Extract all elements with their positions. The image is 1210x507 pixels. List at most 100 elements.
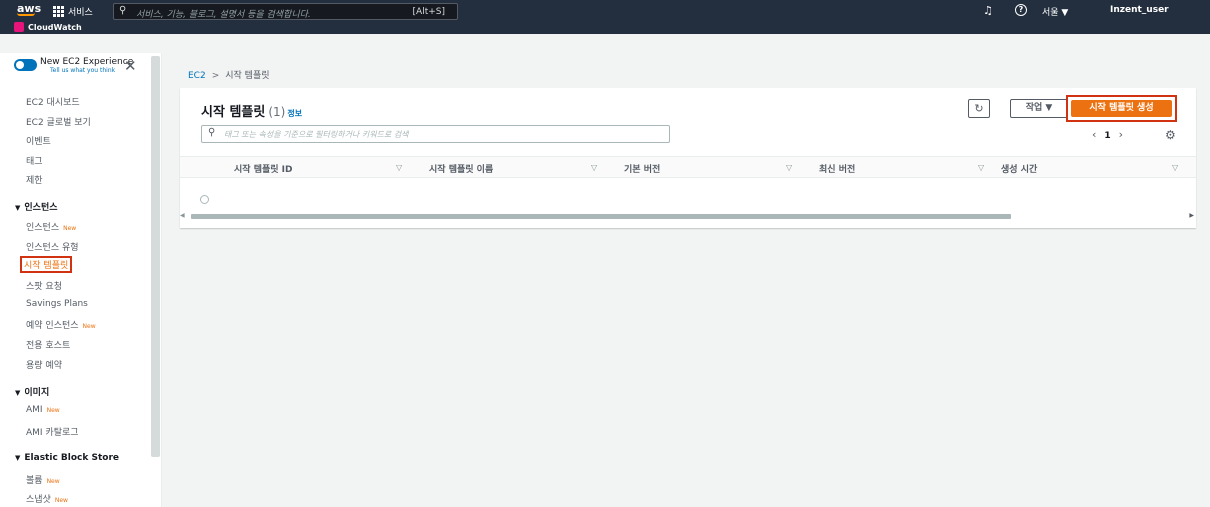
sidebar-item-ami[interactable]: AMI New — [26, 405, 60, 415]
sidebar-section-ebs[interactable]: ▼ Elastic Block Store — [15, 453, 119, 463]
sidebar-item-dedicated-hosts[interactable]: 전용 호스트 — [26, 338, 70, 351]
new-badge: New — [54, 497, 68, 504]
sidebar: New EC2 Experience Tell us what you thin… — [0, 53, 162, 507]
caret-down-icon: ▼ — [15, 389, 21, 397]
create-launch-template-button[interactable]: 시작 템플릿 생성 — [1071, 100, 1172, 117]
sort-icon[interactable]: ▽ — [591, 163, 597, 172]
top-navigation-bar: aws 서비스 ⚲ 서비스, 기능, 블로그, 설명서 등을 검색합니다. [A… — [0, 0, 1210, 34]
sort-icon[interactable]: ▽ — [1172, 163, 1178, 172]
info-link[interactable]: 정보 — [287, 109, 302, 118]
aws-logo[interactable]: aws — [17, 3, 41, 16]
new-badge: New — [46, 478, 60, 485]
scroll-left-icon[interactable]: ◀ — [180, 212, 185, 219]
item-label: 볼륨 — [26, 476, 43, 486]
refresh-icon: ↻ — [974, 102, 984, 115]
horizontal-scrollbar[interactable]: ◀ ▶ — [180, 212, 1196, 221]
page-title: 시작 템플릿 (1) 정보 — [201, 101, 302, 120]
sidebar-item-volumes[interactable]: 볼륨 New — [26, 473, 60, 486]
section-label: 인스턴스 — [24, 203, 58, 213]
sidebar-item-capacity-reservations[interactable]: 용량 예약 — [26, 358, 62, 371]
item-label: 인스턴스 유형 — [26, 243, 79, 253]
column-header-default-version[interactable]: 기본 버전 — [624, 162, 660, 175]
close-icon[interactable]: ✕ — [124, 59, 137, 74]
filter-input[interactable]: ⚲ 태그 또는 속성을 기준으로 필터링하거나 키워드로 검색 — [201, 125, 670, 143]
sidebar-section-images[interactable]: ▼ 이미지 — [15, 385, 49, 398]
sort-icon[interactable]: ▽ — [396, 163, 402, 172]
sidebar-section-instances[interactable]: ▼ 인스턴스 — [15, 200, 58, 213]
new-badge: New — [46, 407, 60, 414]
sidebar-item-instances[interactable]: 인스턴스 New — [26, 220, 76, 233]
sidebar-item-limits[interactable]: 제한 — [26, 173, 43, 186]
item-label: 예약 인스턴스 — [26, 321, 79, 331]
sidebar-item-savings-plans[interactable]: Savings Plans — [26, 299, 88, 309]
column-header-template-id[interactable]: 시작 템플릿 ID — [234, 162, 293, 175]
grid-icon — [53, 6, 64, 17]
chevron-right-icon: > — [211, 71, 220, 81]
global-search-input[interactable]: ⚲ 서비스, 기능, 블로그, 설명서 등을 검색합니다. [Alt+S] — [113, 3, 458, 20]
item-label: 스팟 요청 — [26, 282, 62, 292]
filter-placeholder: 태그 또는 속성을 기준으로 필터링하거나 키워드로 검색 — [224, 130, 409, 139]
services-label: 서비스 — [68, 8, 93, 18]
item-label: 인스턴스 — [26, 223, 60, 233]
scrollbar-thumb[interactable] — [191, 214, 1011, 219]
new-experience-toggle-row: New EC2 Experience Tell us what you thin… — [14, 57, 133, 74]
new-badge: New — [82, 323, 96, 330]
section-label: Elastic Block Store — [24, 453, 120, 463]
gear-icon[interactable]: ⚙ — [1165, 128, 1176, 142]
help-icon[interactable]: ? — [1015, 4, 1027, 16]
sidebar-item-events[interactable]: 이벤트 — [26, 134, 51, 147]
sort-icon[interactable]: ▽ — [786, 163, 792, 172]
new-experience-toggle[interactable] — [14, 59, 37, 71]
breadcrumb-current: 시작 템플릿 — [225, 71, 270, 81]
item-label: 스냅샷 — [26, 495, 51, 505]
sidebar-scrollbar[interactable] — [151, 56, 160, 457]
table-header: 시작 템플릿 ID ▽ 시작 템플릿 이름 ▽ 기본 버전 ▽ 최신 버전 ▽ … — [180, 156, 1196, 178]
sidebar-item-instance-types[interactable]: 인스턴스 유형 — [26, 240, 79, 253]
new-badge: New — [63, 225, 77, 232]
sidebar-item-tags[interactable]: 태그 — [26, 154, 43, 167]
scroll-right-icon[interactable]: ▶ — [1189, 212, 1194, 219]
create-button-highlight: 시작 템플릿 생성 — [1066, 95, 1177, 122]
sidebar-item-ami-catalog[interactable]: AMI 카탈로그 — [26, 425, 79, 438]
page-number[interactable]: 1 — [1104, 131, 1110, 141]
sidebar-item-ec2-dashboard[interactable]: EC2 대시보드 — [26, 95, 80, 108]
region-selector[interactable]: 서울 ▼ — [1042, 5, 1068, 18]
sidebar-item-spot-requests[interactable]: 스팟 요청 — [26, 279, 62, 292]
favorite-cloudwatch[interactable]: CloudWatch — [14, 22, 82, 32]
sidebar-item-reserved-instances[interactable]: 예약 인스턴스 New — [26, 318, 96, 331]
search-placeholder: 서비스, 기능, 블로그, 설명서 등을 검색합니다. — [136, 10, 311, 20]
breadcrumb: EC2 > 시작 템플릿 — [188, 68, 270, 81]
row-select-radio[interactable] — [200, 195, 209, 204]
toggle-title: New EC2 Experience — [40, 57, 134, 67]
caret-down-icon: ▼ — [15, 454, 21, 462]
sidebar-item-snapshots[interactable]: 스냅샷 New — [26, 492, 68, 505]
services-menu-button[interactable]: 서비스 — [53, 5, 93, 18]
item-label: Savings Plans — [26, 299, 88, 309]
sidebar-item-launch-templates[interactable]: 시작 템플릿 — [20, 256, 73, 273]
item-label: AMI 카탈로그 — [26, 428, 79, 438]
search-shortcut-hint: [Alt+S] — [412, 7, 445, 17]
breadcrumb-ec2-link[interactable]: EC2 — [188, 71, 206, 81]
column-header-template-name[interactable]: 시작 템플릿 이름 — [429, 162, 493, 175]
sort-icon[interactable]: ▽ — [978, 163, 984, 172]
item-count: (1) — [268, 105, 286, 119]
user-menu[interactable]: Inzent_user — [1110, 5, 1169, 15]
actions-dropdown-button[interactable]: 작업 ▼ — [1010, 99, 1068, 118]
launch-templates-panel: 시작 템플릿 (1) 정보 ↻ 작업 ▼ 시작 템플릿 생성 ⚲ 태그 또는 속성을… — [180, 88, 1196, 228]
cloudwatch-icon — [14, 22, 24, 32]
search-icon: ⚲ — [119, 5, 127, 16]
bell-icon[interactable]: ♫ — [983, 4, 993, 17]
item-label: 용량 예약 — [26, 361, 62, 371]
favorite-label: CloudWatch — [28, 22, 82, 32]
item-label: AMI — [26, 405, 43, 415]
chevron-left-icon[interactable]: ‹ — [1092, 128, 1096, 141]
feedback-link[interactable]: Tell us what you think — [50, 67, 133, 74]
column-header-create-time[interactable]: 생성 시간 — [1001, 162, 1037, 175]
sidebar-item-ec2-global-view[interactable]: EC2 글로벌 보기 — [26, 115, 91, 128]
refresh-button[interactable]: ↻ — [968, 99, 990, 118]
search-icon: ⚲ — [208, 127, 216, 138]
item-label: 시작 템플릿 — [24, 261, 69, 271]
chevron-right-icon[interactable]: › — [1119, 128, 1123, 141]
column-header-latest-version[interactable]: 최신 버전 — [819, 162, 855, 175]
title-text: 시작 템플릿 — [201, 105, 266, 120]
